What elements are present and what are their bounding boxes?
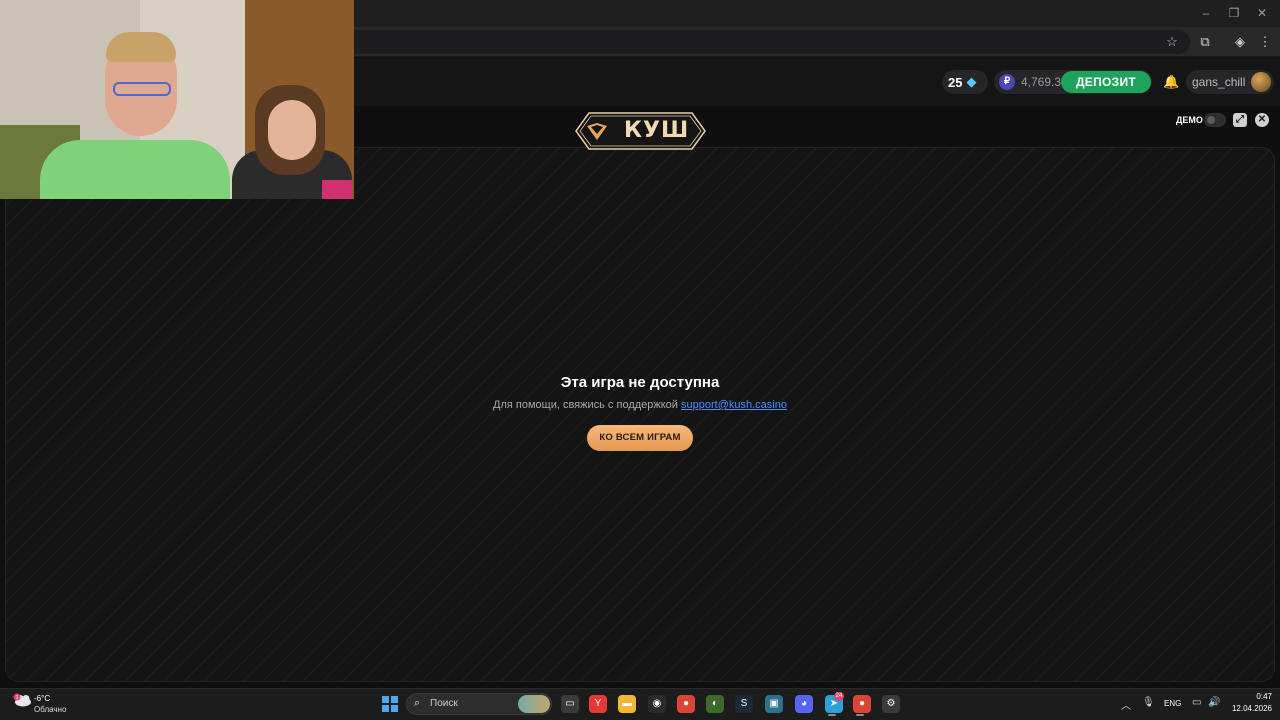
search-icon: ⌕	[414, 697, 421, 709]
avatar	[1251, 72, 1272, 92]
profile-extension-icon[interactable]: ◈	[1231, 33, 1249, 51]
diamond-icon: ◆	[966, 74, 977, 89]
clock-date[interactable]: 12.04.2026	[1228, 704, 1272, 713]
search-placeholder: Поиск	[430, 698, 458, 709]
windows-start-icon[interactable]	[382, 696, 398, 712]
user-menu[interactable]: gans_chill	[1186, 70, 1274, 94]
tray-overflow-chevron-icon[interactable]: ︿	[1121, 697, 1131, 712]
chrome-profile-active-indicator	[856, 714, 864, 716]
weather-description: Облачно	[34, 705, 67, 714]
game-frame	[5, 147, 1275, 682]
file-explorer-icon[interactable]: ▬	[618, 695, 636, 713]
obs-icon[interactable]: ◉	[648, 695, 666, 713]
yandex-browser-icon[interactable]: Y	[589, 695, 607, 713]
bookmark-star-icon[interactable]: ☆	[1163, 33, 1181, 51]
telegram-active-indicator	[828, 714, 836, 716]
balance-widget: ₽ 4,769.3 ДЕПОЗИТ	[994, 70, 1152, 94]
address-bar[interactable]: ls	[330, 30, 1190, 54]
deposit-button[interactable]: ДЕПОЗИТ	[1061, 71, 1151, 93]
task-view-icon[interactable]: ▭	[561, 695, 579, 713]
ruble-icon: ₽	[999, 74, 1015, 90]
notifications-bell-icon[interactable]: 🔔	[1163, 74, 1179, 90]
volume-icon[interactable]: 🔊	[1208, 697, 1220, 708]
support-message: Для помощи, свяжись с поддержкой support…	[390, 399, 890, 411]
person-left-shirt	[40, 140, 230, 199]
glasses	[113, 82, 171, 96]
support-email-link[interactable]: support@kush.casino	[681, 399, 787, 411]
chrome-icon[interactable]: ●	[677, 695, 695, 713]
monitor-app-icon[interactable]: ▣	[765, 695, 783, 713]
discord-icon[interactable]: ◕	[795, 695, 813, 713]
gems-counter[interactable]: 25 ◆	[942, 70, 988, 94]
telegram-unread-badge: 24	[834, 692, 844, 701]
clock-time[interactable]: 0:47	[1248, 692, 1272, 701]
gems-count: 25	[948, 74, 963, 90]
balance-value: 4,769.3	[1021, 75, 1062, 89]
username: gans_chill	[1192, 75, 1246, 89]
support-message-text: Для помощи, свяжись с поддержкой	[493, 399, 678, 411]
restore-window-icon[interactable]: ❐	[1226, 6, 1242, 20]
cloud-weather-icon[interactable]: 1	[12, 693, 32, 707]
input-language[interactable]: ENG	[1164, 699, 1181, 708]
microphone-icon[interactable]: 🎙	[1142, 697, 1155, 708]
weather-badge: 1	[16, 695, 19, 701]
demo-toggle-knob	[1207, 116, 1215, 124]
logo-text: КУШ	[624, 118, 690, 143]
search-highlight-image	[518, 695, 550, 713]
person-right-face	[268, 100, 316, 160]
browser-menu-icon[interactable]: ⋮	[1256, 33, 1274, 51]
fullscreen-icon[interactable]: ⤢	[1233, 113, 1247, 127]
close-window-icon[interactable]: ✕	[1254, 6, 1270, 20]
display-icon[interactable]: ▭	[1192, 697, 1201, 708]
unavailable-title: Эта игра не доступна	[560, 374, 720, 391]
extensions-icon[interactable]: ⧉	[1196, 33, 1214, 51]
all-games-button[interactable]: КО ВСЕМ ИГРАМ	[587, 425, 693, 451]
app-green-icon[interactable]: ◐	[706, 695, 724, 713]
minimize-window-icon[interactable]: –	[1198, 6, 1214, 20]
person-left-hair	[106, 32, 176, 62]
weather-temperature: -6°C	[34, 694, 51, 703]
steam-icon[interactable]: S	[735, 695, 753, 713]
demo-label: ДЕМО	[1176, 115, 1203, 125]
settings-icon[interactable]: ⚙	[882, 695, 900, 713]
phone	[322, 180, 352, 199]
close-game-icon[interactable]: ✕	[1255, 113, 1269, 127]
webcam-overlay	[0, 0, 354, 199]
chrome-profile-icon[interactable]: ●	[853, 695, 871, 713]
windows-taskbar	[0, 688, 1280, 720]
